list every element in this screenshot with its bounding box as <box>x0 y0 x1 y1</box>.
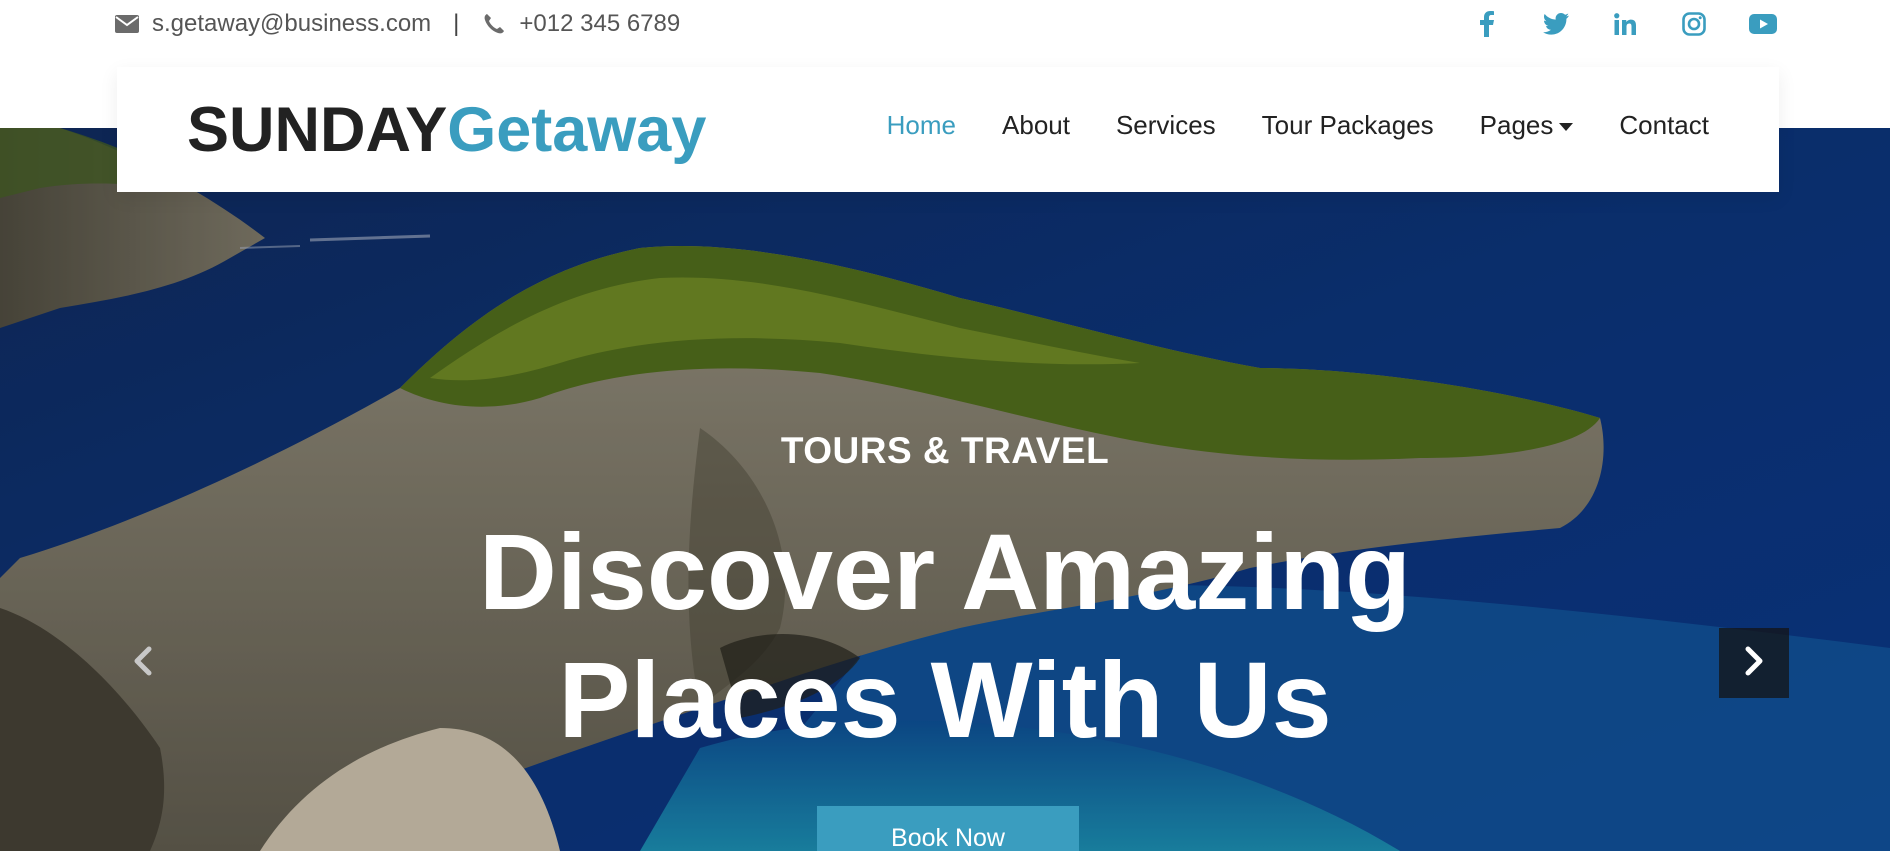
nav-item-tour-packages[interactable]: Tour Packages <box>1262 110 1434 141</box>
carousel-prev-button[interactable] <box>108 628 178 698</box>
twitter-icon[interactable] <box>1539 8 1573 40</box>
nav-item-about[interactable]: About <box>1002 110 1070 141</box>
book-now-button[interactable]: Book Now <box>817 806 1079 851</box>
contact-separator: | <box>453 10 460 37</box>
carousel-next-button[interactable] <box>1719 628 1789 698</box>
hero-headline: Discover Amazing Places With Us <box>0 508 1890 764</box>
nav-item-contact[interactable]: Contact <box>1619 110 1709 141</box>
phone-icon <box>481 11 507 37</box>
nav-item-pages[interactable]: Pages <box>1480 110 1574 141</box>
hero-headline-line-2: Places With Us <box>558 639 1332 760</box>
phone-number[interactable]: +012 345 6789 <box>519 10 680 38</box>
youtube-icon[interactable] <box>1746 8 1780 40</box>
instagram-icon[interactable] <box>1677 8 1711 40</box>
linkedin-icon[interactable] <box>1608 8 1642 40</box>
hero-eyebrow: TOURS & TRAVEL <box>780 430 1110 471</box>
nav-item-home[interactable]: Home <box>887 110 956 141</box>
hero-carousel: TOURS & TRAVEL Discover Amazing Places W… <box>0 128 1890 851</box>
social-links <box>1435 8 1780 40</box>
facebook-icon[interactable] <box>1470 8 1504 40</box>
brand-logo-part-2: Getaway <box>447 95 707 165</box>
email-address[interactable]: s.getaway@business.com <box>152 10 431 38</box>
nav-item-services[interactable]: Services <box>1116 110 1216 141</box>
nav-menu: Home About Services Tour Packages Pages … <box>841 110 1709 141</box>
brand-logo-part-1: SUNDAY <box>187 95 448 165</box>
main-navbar: SUNDAYGetaway Home About Services Tour P… <box>117 67 1779 192</box>
chevron-left-icon <box>132 646 154 681</box>
brand-logo[interactable]: SUNDAYGetaway <box>187 95 706 165</box>
nav-item-pages-label: Pages <box>1479 110 1554 140</box>
envelope-icon <box>114 11 140 37</box>
caret-down-icon <box>1559 122 1574 131</box>
hero-headline-line-1: Discover Amazing <box>478 511 1412 632</box>
contact-info: s.getaway@business.com | +012 345 6789 <box>114 8 680 40</box>
chevron-right-icon <box>1743 646 1765 681</box>
